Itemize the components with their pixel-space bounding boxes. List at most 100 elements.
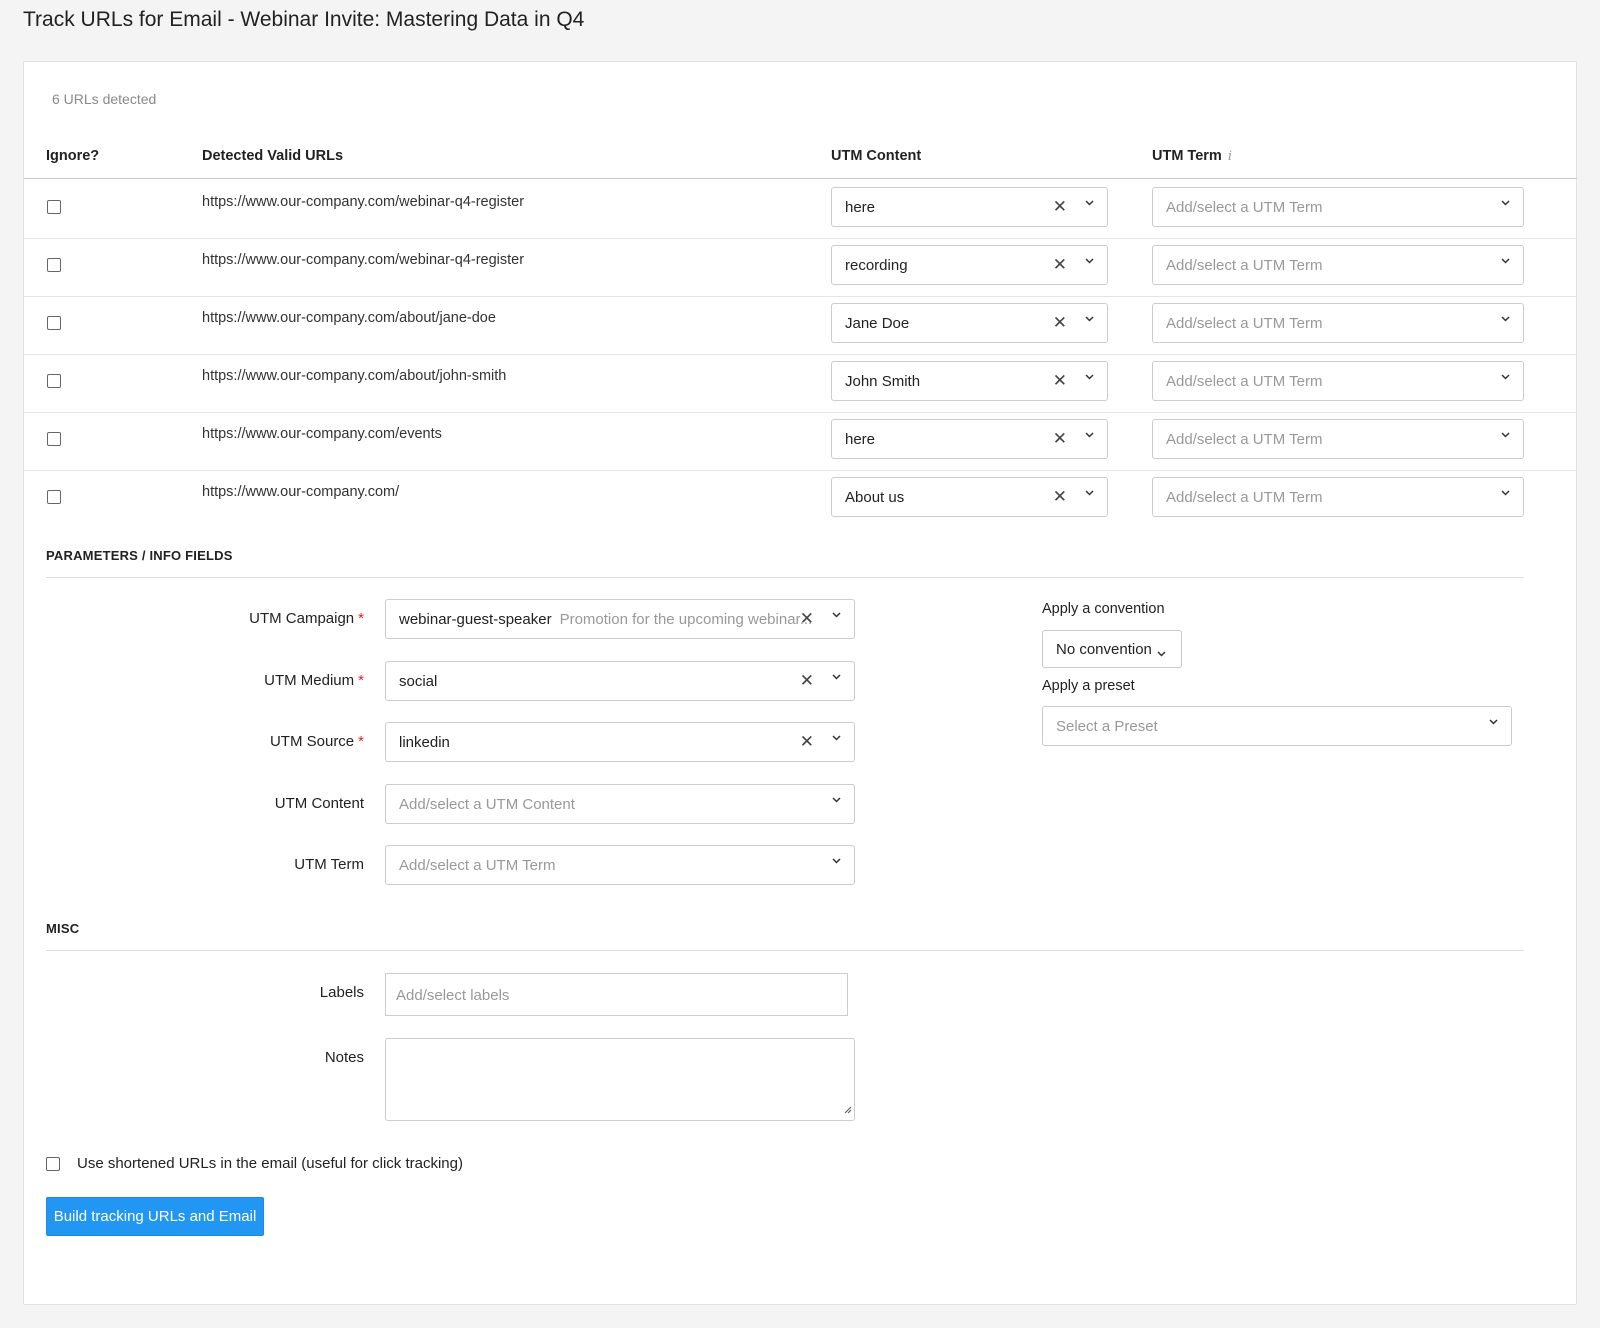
row-utm-content-select[interactable]: Jane Doe ✕ <box>831 303 1108 343</box>
close-icon[interactable]: ✕ <box>800 609 814 629</box>
chevron-down-icon[interactable] <box>1501 374 1510 382</box>
page-title: Track URLs for Email - Webinar Invite: M… <box>23 8 585 31</box>
row-utm-term-select[interactable]: Add/select a UTM Term <box>1152 245 1524 285</box>
preset-label: Apply a preset <box>1042 678 1135 694</box>
row-utm-term-placeholder: Add/select a UTM Term <box>1166 257 1323 274</box>
table-row: https://www.our-company.com/webinar-q4-r… <box>24 179 1577 239</box>
notes-label: Notes <box>324 1049 364 1066</box>
close-icon[interactable]: ✕ <box>1053 197 1067 217</box>
row-utm-term-select[interactable]: Add/select a UTM Term <box>1152 303 1524 343</box>
table-row: https://www.our-company.com/About us ✕ Add… <box>24 469 1577 528</box>
header-urls: Detected Valid URLs <box>202 148 344 164</box>
row-utm-content-value: here <box>845 431 876 448</box>
resize-grip-icon[interactable] <box>843 1101 852 1118</box>
chevron-down-icon[interactable] <box>1489 719 1498 727</box>
labels-placeholder: Add/select labels <box>396 987 510 1004</box>
header-utm-term-label: UTM Term <box>1152 148 1222 164</box>
row-utm-content-value: About us <box>845 489 905 506</box>
row-utm-term-placeholder: Add/select a UTM Term <box>1166 373 1323 390</box>
table-header: Ignore? Detected Valid URLs UTM Content … <box>24 148 1577 179</box>
row-utm-content-select[interactable]: here ✕ <box>831 187 1108 227</box>
ignore-checkbox[interactable] <box>47 490 61 504</box>
chevron-down-icon[interactable] <box>1085 432 1094 440</box>
chevron-down-icon[interactable] <box>832 735 841 743</box>
utm-term-select[interactable]: Add/select a UTM Term <box>385 845 855 885</box>
chevron-down-icon[interactable] <box>832 612 841 620</box>
labels-input[interactable]: Add/select labels <box>385 973 848 1016</box>
row-utm-term-placeholder: Add/select a UTM Term <box>1166 489 1323 506</box>
utm-source-select[interactable]: linkedin ✕ <box>385 722 855 762</box>
row-utm-term-select[interactable]: Add/select a UTM Term <box>1152 361 1524 401</box>
convention-dropdown[interactable]: No convention <box>1042 630 1182 668</box>
chevron-down-icon[interactable] <box>1501 490 1510 498</box>
ignore-checkbox[interactable] <box>47 432 61 446</box>
detected-url: https://www.our-company.com/events <box>202 426 442 442</box>
row-utm-content-value: here <box>845 199 876 216</box>
chevron-down-icon[interactable] <box>832 858 841 866</box>
chevron-down-icon[interactable] <box>1085 316 1094 324</box>
header-utm-term: UTM Term i <box>1152 148 1232 164</box>
row-utm-content-select[interactable]: here ✕ <box>831 419 1108 459</box>
chevron-down-icon[interactable] <box>1085 374 1094 382</box>
close-icon[interactable]: ✕ <box>800 732 814 752</box>
utm-campaign-value-text: webinar-guest-speaker <box>399 611 552 628</box>
chevron-down-icon <box>1157 644 1166 661</box>
labels-label: Labels <box>319 984 364 1001</box>
detected-url: https://www.our-company.com/ <box>202 484 400 500</box>
row-utm-term-select[interactable]: Add/select a UTM Term <box>1152 187 1524 227</box>
row-utm-content-select[interactable]: recording ✕ <box>831 245 1108 285</box>
info-icon[interactable]: i <box>1228 149 1232 164</box>
build-tracking-button[interactable]: Build tracking URLs and Email <box>46 1197 264 1236</box>
row-utm-content-value: recording <box>845 257 908 274</box>
utm-content-select[interactable]: Add/select a UTM Content <box>385 784 855 824</box>
main-card: 6 URLs detected Ignore? Detected Valid U… <box>23 61 1577 1305</box>
chevron-down-icon[interactable] <box>1501 258 1510 266</box>
utm-medium-select[interactable]: social ✕ <box>385 661 855 701</box>
utm-term-placeholder: Add/select a UTM Term <box>399 857 556 874</box>
row-utm-term-select[interactable]: Add/select a UTM Term <box>1152 419 1524 459</box>
ignore-checkbox[interactable] <box>47 200 61 214</box>
utm-campaign-select[interactable]: webinar-guest-speaker Promotion for the u… <box>385 599 855 639</box>
chevron-down-icon[interactable] <box>1085 258 1094 266</box>
utm-campaign-label: UTM Campaign * <box>249 610 364 627</box>
ignore-checkbox[interactable] <box>47 316 61 330</box>
notes-textarea[interactable] <box>385 1038 855 1121</box>
row-utm-term-placeholder: Add/select a UTM Term <box>1166 199 1323 216</box>
row-utm-content-select[interactable]: John Smith ✕ <box>831 361 1108 401</box>
table-row: https://www.our-company.com/about/john-s… <box>24 353 1577 413</box>
detected-url: https://www.our-company.com/webinar-q4-r… <box>202 194 525 210</box>
close-icon[interactable]: ✕ <box>1053 313 1067 333</box>
close-icon[interactable]: ✕ <box>1053 255 1067 275</box>
row-utm-content-select[interactable]: About us ✕ <box>831 477 1108 517</box>
convention-value: No convention <box>1056 641 1152 658</box>
table-row: https://www.our-company.com/about/jane-d… <box>24 295 1577 355</box>
close-icon[interactable]: ✕ <box>1053 487 1067 507</box>
preset-select[interactable]: Select a Preset <box>1042 706 1512 746</box>
header-ignore: Ignore? <box>46 148 100 164</box>
chevron-down-icon[interactable] <box>1085 490 1094 498</box>
row-utm-content-value: Jane Doe <box>845 315 910 332</box>
chevron-down-icon[interactable] <box>1501 200 1510 208</box>
utm-content-label: UTM Content <box>274 795 364 812</box>
utm-source-label-text: UTM Source <box>269 733 355 750</box>
preset-placeholder: Select a Preset <box>1056 718 1158 735</box>
chevron-down-icon[interactable] <box>832 797 841 805</box>
row-utm-content-value: John Smith <box>845 373 921 390</box>
row-utm-term-select[interactable]: Add/select a UTM Term <box>1152 477 1524 517</box>
close-icon[interactable]: ✕ <box>800 671 814 691</box>
chevron-down-icon[interactable] <box>1501 316 1510 324</box>
chevron-down-icon[interactable] <box>1501 432 1510 440</box>
chevron-down-icon[interactable] <box>1085 200 1094 208</box>
chevron-down-icon[interactable] <box>832 674 841 682</box>
close-icon[interactable]: ✕ <box>1053 429 1067 449</box>
shorten-urls-label[interactable]: Use shortened URLs in the email (useful … <box>77 1155 463 1172</box>
shorten-urls-checkbox[interactable] <box>46 1157 60 1171</box>
ignore-checkbox[interactable] <box>47 374 61 388</box>
detected-url: https://www.our-company.com/about/john-s… <box>202 368 507 384</box>
utm-campaign-description: Promotion for the upcoming webinar... <box>559 611 813 628</box>
required-mark: * <box>358 672 364 689</box>
close-icon[interactable]: ✕ <box>1053 371 1067 391</box>
table-row: https://www.our-company.com/webinar-q4-r… <box>24 237 1577 297</box>
ignore-checkbox[interactable] <box>47 258 61 272</box>
detected-url: https://www.our-company.com/about/jane-d… <box>202 310 496 326</box>
